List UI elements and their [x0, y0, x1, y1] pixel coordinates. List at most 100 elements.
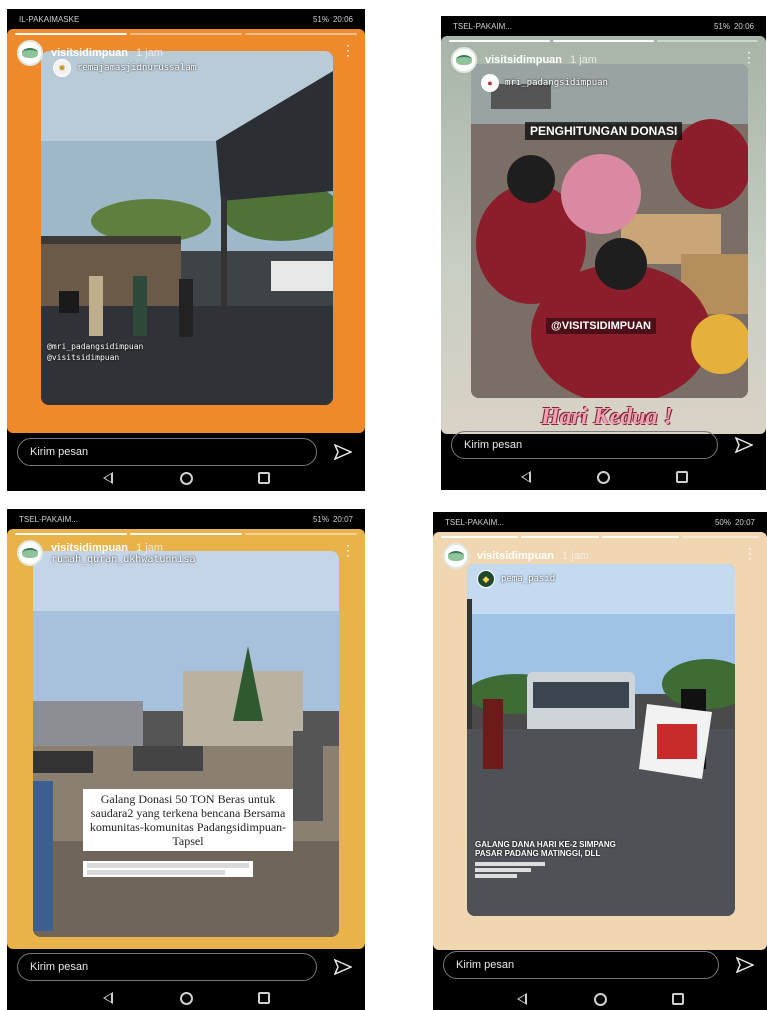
battery-level: 50% — [714, 517, 731, 527]
mention-caption: @mri_padangsidimpuan @visitsidimpuan — [47, 341, 143, 363]
battery-level: 51% — [312, 14, 329, 24]
parking-lot-image — [33, 551, 339, 937]
back-icon[interactable] — [516, 467, 536, 487]
clock: 20:07 — [332, 514, 353, 524]
post-time: 1 jam — [562, 550, 589, 562]
donation-caption: Galang Donasi 50 TON Beras untuk saudara… — [83, 789, 293, 851]
avatar[interactable] — [17, 540, 43, 566]
clock: 20:06 — [733, 21, 754, 31]
repost-avatar: ◆ — [477, 570, 495, 588]
recents-icon[interactable] — [672, 467, 692, 487]
send-icon[interactable] — [331, 444, 355, 460]
story-card[interactable]: visitsidimpuan 1 jam ⋮ ● mri_padangsidim… — [441, 36, 766, 434]
back-icon[interactable] — [98, 988, 118, 1008]
reposted-media[interactable]: ◆ pema_pasid GALANG DANA HARI KE-2 SIMPA… — [467, 564, 735, 916]
story-screen-1: IL-PAKAIMASKE 51% 20:06 visitsidimpuan 1… — [7, 9, 365, 491]
donation-counting-image — [471, 64, 748, 398]
android-nav-bar — [441, 464, 766, 490]
story-screen-3: TSEL-PAKAIM... 51% 20:07 Galang Donasi 5… — [7, 509, 365, 1010]
send-icon[interactable] — [733, 957, 757, 973]
home-icon[interactable] — [590, 989, 610, 1009]
repost-source[interactable]: ◆ pema_pasid — [477, 570, 555, 588]
android-nav-bar — [7, 465, 365, 491]
home-icon[interactable] — [176, 988, 196, 1008]
repost-source[interactable]: ✹ remajamasjidnurussalam — [53, 59, 196, 77]
back-icon[interactable] — [98, 468, 118, 488]
post-time: 1 jam — [136, 541, 163, 554]
reposted-media[interactable]: ✹ remajamasjidnurussalam @mri_padangsidi… — [41, 51, 333, 405]
status-bar: TSEL-PAKAIM... 51% 20:06 — [441, 16, 766, 36]
more-options-icon[interactable]: ⋮ — [341, 43, 355, 57]
more-options-icon[interactable]: ⋮ — [742, 50, 756, 64]
status-bar: TSEL-PAKAIM... 50% 20:07 — [433, 512, 767, 532]
post-time: 1 jam — [570, 54, 597, 66]
clock: 20:06 — [332, 14, 353, 24]
fundraising-caption: GALANG DANA HARI KE-2 SIMPANG PASAR PADA… — [475, 840, 616, 858]
story-card[interactable]: Galang Donasi 50 TON Beras untuk saudara… — [7, 529, 365, 949]
reply-bar: Kirim pesan — [433, 948, 767, 982]
send-icon[interactable] — [732, 437, 756, 453]
caption-fine-print — [475, 862, 545, 878]
story-header: visitsidimpuan 1 jam rumah_quran_ukhwatu… — [17, 540, 196, 566]
repost-account[interactable]: mri_padangsidimpuan — [505, 78, 608, 88]
repost-account[interactable]: rumah_quran_ukhwatunnisa — [51, 554, 196, 565]
story-progress — [15, 533, 357, 535]
avatar[interactable] — [17, 40, 43, 66]
back-icon[interactable] — [512, 989, 532, 1009]
reposted-media[interactable]: ● mri_padangsidimpuan PENGHITUNGAN DONAS… — [471, 64, 748, 398]
story-header: visitsidimpuan 1 jam — [451, 47, 597, 73]
battery-level: 51% — [713, 21, 730, 31]
repost-avatar: ● — [481, 74, 499, 92]
post-time: 1 jam — [136, 47, 163, 59]
story-screen-4: TSEL-PAKAIM... 50% 20:07 visitsidimpuan … — [433, 512, 767, 1010]
story-header: visitsidimpuan 1 jam — [443, 543, 589, 569]
mention-tag[interactable]: @mri_padangsidimpuan — [47, 341, 143, 352]
message-input[interactable]: Kirim pesan — [17, 953, 317, 981]
carrier-label: TSEL-PAKAIM... — [453, 21, 512, 31]
reply-bar: Kirim pesan — [441, 428, 766, 462]
recents-icon[interactable] — [254, 468, 274, 488]
avatar[interactable] — [443, 543, 469, 569]
status-bar: IL-PAKAIMASKE 51% 20:06 — [7, 9, 365, 29]
more-options-icon[interactable]: ⋮ — [743, 546, 757, 560]
carrier-label: TSEL-PAKAIM... — [19, 514, 78, 524]
reply-bar: Kirim pesan — [7, 950, 365, 984]
android-nav-bar — [433, 986, 767, 1010]
story-progress — [441, 536, 759, 538]
repost-avatar: ✹ — [53, 59, 71, 77]
send-icon[interactable] — [331, 959, 355, 975]
story-progress — [449, 40, 758, 42]
story-card[interactable]: visitsidimpuan 1 jam ⋮ ✹ remajamasjidnur… — [7, 29, 365, 433]
recents-icon[interactable] — [254, 988, 274, 1008]
story-card[interactable]: visitsidimpuan 1 jam ⋮ ◆ pema_pasid GALA… — [433, 532, 767, 950]
status-bar: TSEL-PAKAIM... 51% 20:07 — [7, 509, 365, 529]
repost-source[interactable]: ● mri_padangsidimpuan — [481, 74, 608, 92]
mention-tag[interactable]: @visitsidimpuan — [47, 352, 143, 363]
carrier-label: IL-PAKAIMASKE — [19, 14, 80, 24]
donation-counting-label: PENGHITUNGAN DONASI — [525, 122, 683, 140]
repost-account[interactable]: remajamasjidnurussalam — [77, 63, 196, 73]
home-icon[interactable] — [594, 467, 614, 487]
avatar[interactable] — [451, 47, 477, 73]
recents-icon[interactable] — [668, 989, 688, 1009]
hashtags-sticker — [83, 861, 253, 877]
username[interactable]: visitsidimpuan — [51, 47, 128, 59]
reposted-media[interactable]: Galang Donasi 50 TON Beras untuk saudara… — [33, 551, 339, 937]
clock: 20:07 — [734, 517, 755, 527]
reply-bar: Kirim pesan — [7, 435, 365, 469]
username[interactable]: visitsidimpuan — [485, 54, 562, 66]
story-progress — [15, 33, 357, 35]
day-two-sticker: Hari Kedua ! — [541, 404, 674, 430]
android-nav-bar — [7, 985, 365, 1010]
repost-account[interactable]: pema_pasid — [501, 574, 555, 584]
story-screen-2: TSEL-PAKAIM... 51% 20:06 visitsidimpuan … — [441, 16, 766, 490]
message-input[interactable]: Kirim pesan — [443, 951, 719, 979]
message-input[interactable]: Kirim pesan — [17, 438, 317, 466]
carrier-label: TSEL-PAKAIM... — [445, 517, 504, 527]
mention-label[interactable]: @VISITSIDIMPUAN — [546, 318, 656, 334]
home-icon[interactable] — [176, 468, 196, 488]
username[interactable]: visitsidimpuan — [51, 542, 128, 554]
username[interactable]: visitsidimpuan — [477, 550, 554, 562]
more-options-icon[interactable]: ⋮ — [341, 543, 355, 557]
message-input[interactable]: Kirim pesan — [451, 431, 718, 459]
